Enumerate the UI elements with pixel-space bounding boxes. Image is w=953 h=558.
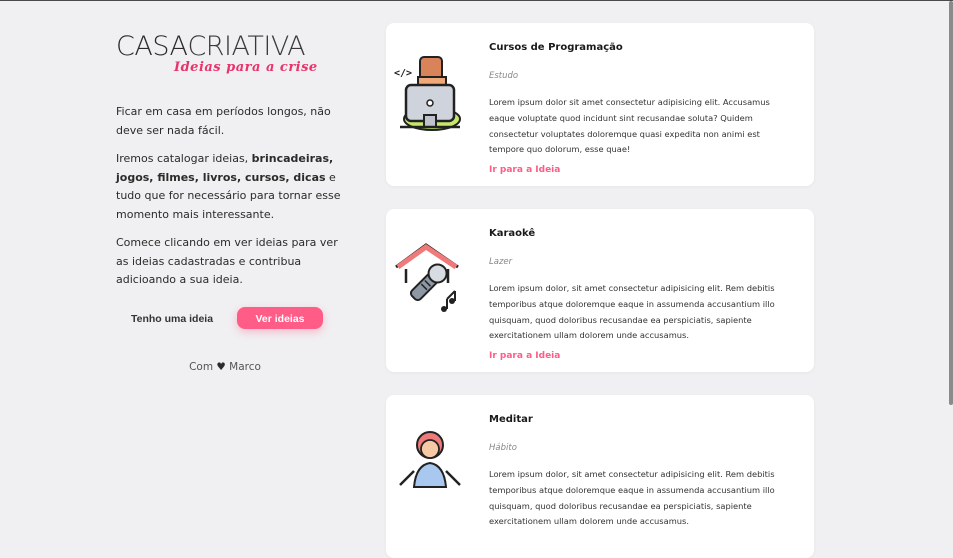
idea-card: Karaokê Lazer Lorem ipsum dolor, sit ame… [386,209,814,372]
sidebar: CASACRIATIVA Ideias para a crise Ficar e… [116,31,341,373]
idea-title: Karaokê [489,228,536,239]
logo-tagline: Ideias para a crise [174,60,318,75]
programming-laptop-icon: </> [392,55,468,135]
idea-category: Estudo [489,71,519,81]
idea-title: Cursos de Programação [489,42,623,53]
heart-icon: ♥ [216,361,226,373]
action-buttons: Tenho uma ideia Ver ideias [116,307,341,331]
idea-description: Lorem ipsum dolor, sit amet consectetur … [489,469,775,527]
idea-link[interactable]: Ir para a Ideia [489,351,560,361]
logo-wordmark: CASACRIATIVA [116,31,306,63]
view-ideas-button[interactable]: Ver ideias [237,307,323,329]
idea-description: Lorem ipsum dolor sit amet consectetur a… [489,97,770,155]
idea-category: Lazer [489,257,513,267]
author-credit: Com ♥ Marco [116,361,334,373]
idea-card: </> Cursos de Programação Estudo Lorem i… [386,23,814,186]
idea-card: Meditar Hábito Lorem ipsum dolor, sit am… [386,395,814,558]
credit-name: Marco [229,361,261,373]
idea-description: Lorem ipsum dolor, sit amet consectetur … [489,283,775,341]
intro-text: Ficar em casa em períodos longos, não de… [116,103,341,300]
add-idea-button[interactable]: Tenho uma ideia [124,307,220,331]
svg-text:</>: </> [394,68,412,79]
intro-p2-prefix: Iremos catalogar ideias, [116,152,252,165]
idea-title: Meditar [489,414,533,425]
meditation-person-icon [392,427,468,507]
logo: CASACRIATIVA Ideias para a crise [116,31,341,79]
intro-paragraph-1: Ficar em casa em períodos longos, não de… [116,105,331,137]
microphone-house-icon [392,241,468,321]
idea-category: Hábito [489,443,517,453]
intro-paragraph-2: Iremos catalogar ideias, brincadeiras, j… [116,150,341,224]
intro-paragraph-3: Comece clicando em ver ideias para ver a… [116,236,338,286]
scrollbar[interactable] [949,1,953,405]
logo-casa: CASA [116,31,188,62]
logo-criativa: CRIATIVA [187,31,306,62]
credit-prefix: Com [189,361,214,373]
idea-link[interactable]: Ir para a Ideia [489,165,560,175]
